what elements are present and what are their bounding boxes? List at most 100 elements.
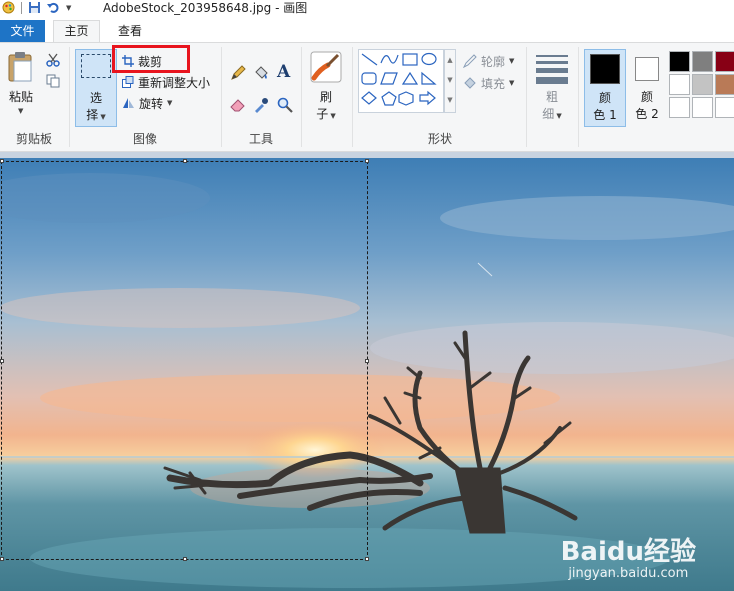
color1-button[interactable]: 颜 色 1	[584, 49, 626, 127]
palette-swatch[interactable]	[692, 97, 713, 118]
palette-swatch[interactable]	[669, 74, 690, 95]
shapes-scroll[interactable]: ▲ ▼ ▼	[444, 49, 456, 113]
rotate-icon	[123, 98, 134, 108]
palette-swatch[interactable]	[715, 74, 734, 95]
rotate-label: 旋转	[139, 96, 164, 111]
size-dropdown-arrow: ▼	[554, 112, 562, 120]
palette-swatch[interactable]	[692, 51, 713, 72]
brushes-label-bottom-text: 子	[316, 107, 329, 121]
text-tool-icon[interactable]: A	[277, 62, 290, 82]
selection-handle[interactable]	[365, 557, 369, 561]
brushes-label-bottom: 子 ▼	[306, 106, 346, 124]
selection-handle[interactable]	[183, 557, 187, 561]
window-title: AdobeStock_203958648.jpg - 画图	[103, 1, 308, 15]
qat-divider	[21, 1, 22, 14]
fill-dropdown-arrow: ▼	[509, 79, 515, 87]
outline-icon	[463, 54, 477, 68]
select-label-bottom: 择 ▼	[76, 107, 116, 125]
color2-swatch	[635, 57, 659, 81]
shapes-group-label: 形状	[427, 132, 452, 146]
rotate-button[interactable]: 旋转 ▼	[122, 94, 172, 112]
paste-icon	[8, 52, 32, 82]
paint-app-icon	[2, 1, 15, 14]
watermark-sub: jingyan.baidu.com	[568, 566, 689, 581]
quick-access-toolbar: ▼	[2, 1, 71, 14]
paste-dropdown-arrow: ▼	[18, 107, 24, 115]
selection-handle[interactable]	[0, 159, 4, 163]
tab-view[interactable]: 查看	[108, 20, 152, 42]
pencil-icon[interactable]	[230, 65, 246, 81]
color-picker-icon[interactable]	[253, 97, 269, 113]
size-button[interactable]: 粗 细 ▼	[532, 49, 572, 127]
select-rect-icon	[81, 54, 111, 78]
fill-bucket-icon[interactable]	[253, 65, 269, 81]
select-label-bottom-text: 择	[86, 108, 99, 122]
clipboard-group-label: 剪贴板	[15, 132, 52, 146]
save-icon[interactable]	[28, 1, 41, 14]
palette-swatch[interactable]	[669, 97, 690, 118]
brush-icon	[310, 51, 342, 83]
resize-button[interactable]: 重新调整大小	[122, 73, 210, 91]
fill-button[interactable]: 填充 ▼	[463, 74, 514, 92]
palette-swatch[interactable]	[692, 74, 713, 95]
color2-label-top: 颜	[640, 90, 653, 104]
magnifier-icon[interactable]	[277, 97, 293, 113]
group-separator	[352, 47, 353, 147]
color1-swatch	[590, 54, 620, 84]
copy-icon[interactable]	[46, 74, 60, 88]
paste-label: 粘贴	[8, 90, 33, 104]
selection-rectangle[interactable]	[1, 161, 368, 560]
crop-highlight-box	[112, 45, 190, 73]
selection-handle[interactable]	[183, 159, 187, 163]
ribbon-tabs: 文件 主页 查看	[0, 20, 734, 42]
tab-home[interactable]: 主页	[53, 20, 100, 42]
brushes-button[interactable]: 刷 子 ▼	[306, 49, 346, 127]
group-separator	[69, 47, 70, 147]
group-separator	[221, 47, 222, 147]
palette-swatch[interactable]	[715, 51, 734, 72]
palette-swatch[interactable]	[669, 51, 690, 72]
selection-handle[interactable]	[365, 359, 369, 363]
color-palette	[669, 51, 734, 118]
resize-icon	[122, 76, 134, 88]
tab-file[interactable]: 文件	[0, 20, 45, 42]
selection-handle[interactable]	[365, 159, 369, 163]
qat-customize-arrow[interactable]: ▼	[66, 4, 71, 12]
color2-button[interactable]: 颜 色 2	[628, 49, 666, 127]
watermark-main: Baidu经验	[560, 537, 696, 567]
undo-icon[interactable]	[47, 1, 60, 14]
ribbon: 粘贴 ▼ 剪贴板 选 择 ▼ 裁剪 重新调整大小 旋转 ▼ 图像 A 工具 刷 …	[0, 42, 734, 152]
resize-label: 重新调整大小	[138, 75, 211, 90]
group-separator	[301, 47, 302, 147]
outline-label: 轮廓	[481, 54, 506, 69]
outline-dropdown-arrow: ▼	[509, 57, 515, 65]
group-separator	[578, 47, 579, 147]
select-label-top: 选	[89, 91, 102, 105]
brushes-dropdown-arrow: ▼	[328, 112, 336, 120]
shapes-gallery[interactable]	[358, 49, 444, 113]
size-label-bottom-text: 细	[542, 107, 555, 121]
size-lines-icon	[536, 55, 568, 84]
select-dropdown-arrow: ▼	[98, 113, 106, 121]
tools-group-label: 工具	[248, 132, 273, 146]
image-group-label: 图像	[132, 132, 157, 146]
shapes-icons	[361, 52, 437, 106]
brushes-label-top: 刷	[319, 90, 332, 104]
cut-icon[interactable]	[46, 53, 60, 67]
color2-label-bottom: 色 2	[635, 107, 659, 121]
fill-label: 填充	[481, 76, 506, 91]
paste-button[interactable]: 粘贴 ▼	[4, 49, 38, 121]
title-bar: ▼ AdobeStock_203958648.jpg - 画图	[0, 0, 734, 18]
select-button[interactable]: 选 择 ▼	[75, 49, 117, 127]
rotate-dropdown-arrow: ▼	[167, 99, 173, 107]
group-separator	[526, 47, 527, 147]
color1-label-top: 颜	[598, 91, 611, 105]
selection-handle[interactable]	[0, 557, 4, 561]
outline-button[interactable]: 轮廓 ▼	[463, 52, 514, 70]
eraser-icon[interactable]	[230, 97, 246, 113]
selection-handle[interactable]	[0, 359, 4, 363]
size-label-bottom: 细 ▼	[532, 106, 572, 124]
palette-swatch[interactable]	[715, 97, 734, 118]
color1-label-bottom: 色 1	[593, 108, 617, 122]
baidu-watermark: Baidu经验 jingyan.baidu.com	[561, 531, 696, 581]
